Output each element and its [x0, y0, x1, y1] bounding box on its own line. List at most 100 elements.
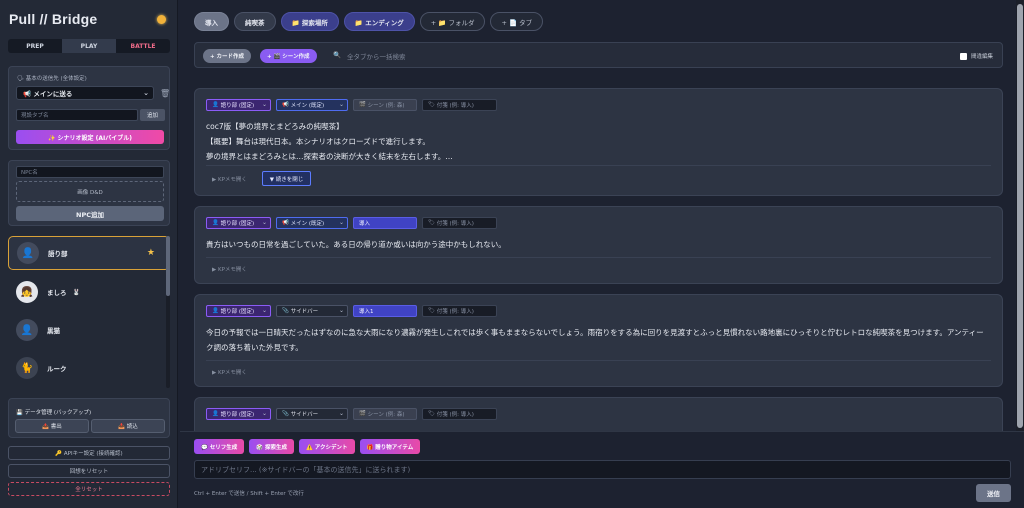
tab-ending-folder[interactable]: 📁 エンディング: [343, 12, 415, 31]
mode-tab-play[interactable]: PLAY: [62, 39, 116, 53]
gift-item-button[interactable]: 🎁 贈り物アイテム: [359, 439, 421, 454]
scene-meta: 👤 語り部 (固定) ⌄ 📎 サイドバー ⌄ 🎬 シーン (例: 森) 🏷 付箋 (…: [206, 408, 497, 420]
tag-icon: 🏷: [428, 411, 437, 417]
card-toolbar: + カード作成 + 🎬 シーン作成 🔍 全タブから一括検索 間違編集: [194, 42, 1003, 68]
trash-icon[interactable]: 🗑: [160, 89, 170, 98]
import-button[interactable]: 📥 読込: [91, 419, 165, 433]
add-tab-button[interactable]: + 📄 タブ: [490, 12, 544, 31]
scene-name-input[interactable]: 🎬 シーン (例: 森): [353, 408, 417, 420]
kp-memo-toggle[interactable]: ▶ KPメモ開く: [212, 368, 247, 376]
app-root: Pull // Bridge PREP PLAY BATTLE 🗣 基本の送信先…: [0, 0, 1024, 508]
channel-select[interactable]: 📢 メイン (既定) ⌄: [276, 217, 348, 229]
npc-item[interactable]: 🐈 ルーク: [8, 352, 170, 384]
data-management-label: 💾 データ管理 (バックアップ): [16, 410, 92, 416]
global-search-input[interactable]: 全タブから一括検索: [347, 51, 406, 61]
sidebar-icon: 📎: [282, 411, 291, 417]
kp-memo-toggle[interactable]: ▶ KPメモ開く: [212, 175, 247, 183]
npc-name: ましろ: [47, 289, 67, 297]
scene-name-input[interactable]: 導入1: [353, 305, 417, 317]
create-card-button[interactable]: + カード作成: [203, 49, 252, 63]
data-management-panel: 💾 データ管理 (バックアップ) 📤 書出 📥 読込: [8, 398, 170, 438]
bulk-edit-label: 間違編集: [971, 54, 994, 60]
scene-name-input[interactable]: 🎬 シーン (例: 森): [353, 99, 417, 111]
npc-item[interactable]: 👤 語り部 ★: [8, 236, 170, 270]
tag-icon: 🏷: [428, 308, 437, 314]
send-target-select[interactable]: 📢 メインに送る ⌄: [16, 86, 154, 100]
chevron-down-icon: ⌄: [338, 307, 344, 314]
full-reset-button[interactable]: 全リセット: [8, 482, 170, 496]
bulk-edit-checkbox[interactable]: [960, 53, 967, 60]
megaphone-icon: 📢: [282, 102, 291, 108]
add-folder-button[interactable]: + 📁 フォルダ: [419, 12, 486, 31]
speaker-icon: 👤: [212, 308, 221, 314]
tag-input[interactable]: 🏷 付箋 (例: 導入): [422, 217, 497, 229]
chevron-down-icon: ⌄: [338, 410, 344, 417]
send-target-label: 🗣 基本の送信先 (全体設定): [17, 76, 87, 82]
npc-name: 語り部: [48, 250, 68, 258]
mode-tab-battle[interactable]: BATTLE: [116, 39, 170, 53]
npc-form-panel: NPC名 画像 D&D NPC追加: [8, 160, 170, 226]
chevron-down-icon: ⌄: [261, 101, 267, 108]
generate-dialogue-button[interactable]: 💬 セリフ生成: [194, 439, 245, 454]
send-button[interactable]: 送信: [976, 484, 1011, 502]
main-scrollbar[interactable]: [1016, 0, 1024, 432]
scene-name-input[interactable]: 導入: [353, 217, 417, 229]
npc-name-input[interactable]: NPC名: [16, 166, 164, 178]
scene-meta: 👤 語り部 (固定) ⌄ 📢 メイン (既定) ⌄ 🎬 シーン (例: 森) 🏷 付…: [206, 99, 497, 111]
add-tab-button[interactable]: 追加: [140, 109, 165, 121]
speaker-select[interactable]: 👤 語り部 (固定) ⌄: [206, 305, 271, 317]
create-scene-button[interactable]: + 🎬 シーン作成: [260, 49, 317, 63]
add-npc-button[interactable]: NPC追加: [16, 206, 164, 221]
speaker-icon: 👤: [212, 102, 221, 108]
scene-meta: 👤 語り部 (固定) ⌄ 📢 メイン (既定) ⌄ 導入 🏷 付箋 (例: 導入): [206, 217, 497, 229]
mode-switcher: PREP PLAY BATTLE: [8, 39, 170, 53]
npc-item[interactable]: 👤 黒猫: [8, 314, 170, 346]
ad-lib-input[interactable]: アドリブセリフ... (※サイドバーの「基本の送信先」に送られます): [194, 460, 1011, 479]
channel-select[interactable]: 📎 サイドバー ⌄: [276, 408, 348, 420]
tag-input[interactable]: 🏷 付箋 (例: 導入): [422, 408, 497, 420]
tab-name-input[interactable]: 現設タブ名: [16, 109, 138, 121]
scene-text[interactable]: coc7版【夢の境界とまどろみの純喫茶】 【概要】舞台は現代日本。本シナリオはク…: [206, 119, 988, 164]
image-dropzone[interactable]: 画像 D&D: [16, 181, 164, 202]
scrollbar-thumb[interactable]: [166, 236, 170, 296]
tab-intro[interactable]: 導入: [194, 12, 229, 31]
divider: [206, 257, 991, 258]
star-icon[interactable]: ★: [147, 248, 155, 258]
rabbit-icon: 🐰: [72, 288, 80, 296]
chevron-down-icon: ⌄: [261, 219, 267, 226]
send-target-value: 📢 メインに送る: [23, 90, 73, 98]
export-button[interactable]: 📤 書出: [15, 419, 89, 433]
avatar: 👤: [16, 319, 38, 341]
npc-list-scrollbar[interactable]: [166, 236, 170, 388]
reset-progress-button[interactable]: 回想をリセット: [8, 464, 170, 478]
scrollbar-thumb[interactable]: [1017, 4, 1023, 428]
chevron-down-icon: ⌄: [261, 307, 267, 314]
app-logo: Pull // Bridge: [9, 11, 98, 27]
scene-text[interactable]: 今日の予報では一日晴天だったはずなのに急な大雨になり濃霧が発生しこれでは歩く事も…: [206, 325, 988, 355]
shortcut-hint: Ctrl + Enter で送信 / Shift + Enter で改行: [194, 491, 304, 497]
api-settings-button[interactable]: 🔑 APIキー設定 (接続確認): [8, 446, 170, 460]
tab-explore-folder[interactable]: 📁 探索場所: [280, 12, 339, 31]
scenario-settings-button[interactable]: ✨ シナリオ設定 (AIバイブル): [16, 130, 164, 144]
scene-icon: 🎬: [359, 411, 368, 417]
speaker-select[interactable]: 👤 語り部 (固定) ⌄: [206, 99, 271, 111]
speaker-select[interactable]: 👤 語り部 (固定) ⌄: [206, 217, 271, 229]
status-dot-icon[interactable]: [157, 15, 166, 24]
generate-exploration-button[interactable]: 🎲 探索生成: [249, 439, 295, 454]
kp-memo-toggle[interactable]: ▶ KPメモ開く: [212, 265, 247, 273]
mode-tab-prep[interactable]: PREP: [8, 39, 62, 53]
scene-meta: 👤 語り部 (固定) ⌄ 📎 サイドバー ⌄ 導入1 🏷 付箋 (例: 導入): [206, 305, 497, 317]
accident-button[interactable]: ⚠️ アクシデント: [299, 439, 355, 454]
scene-text[interactable]: 貴方はいつもの日常を過ごしていた。ある日の帰り道か或いは向かう途中かもしれない。: [206, 237, 988, 252]
tag-input[interactable]: 🏷 付箋 (例: 導入): [422, 99, 497, 111]
channel-select[interactable]: 📎 サイドバー ⌄: [276, 305, 348, 317]
tag-input[interactable]: 🏷 付箋 (例: 導入): [422, 305, 497, 317]
speaker-select[interactable]: 👤 語り部 (固定) ⌄: [206, 408, 271, 420]
sidebar-icon: 📎: [282, 308, 291, 314]
channel-select[interactable]: 📢 メイン (既定) ⌄: [276, 99, 348, 111]
chevron-down-icon: ⌄: [143, 89, 149, 97]
npc-item[interactable]: 👧 ましろ 🐰: [8, 276, 170, 308]
collapse-text-button[interactable]: ▼ 続きを閉じ: [262, 171, 311, 186]
npc-name: 黒猫: [47, 327, 60, 335]
tab-cafe[interactable]: 純喫茶: [234, 12, 276, 31]
